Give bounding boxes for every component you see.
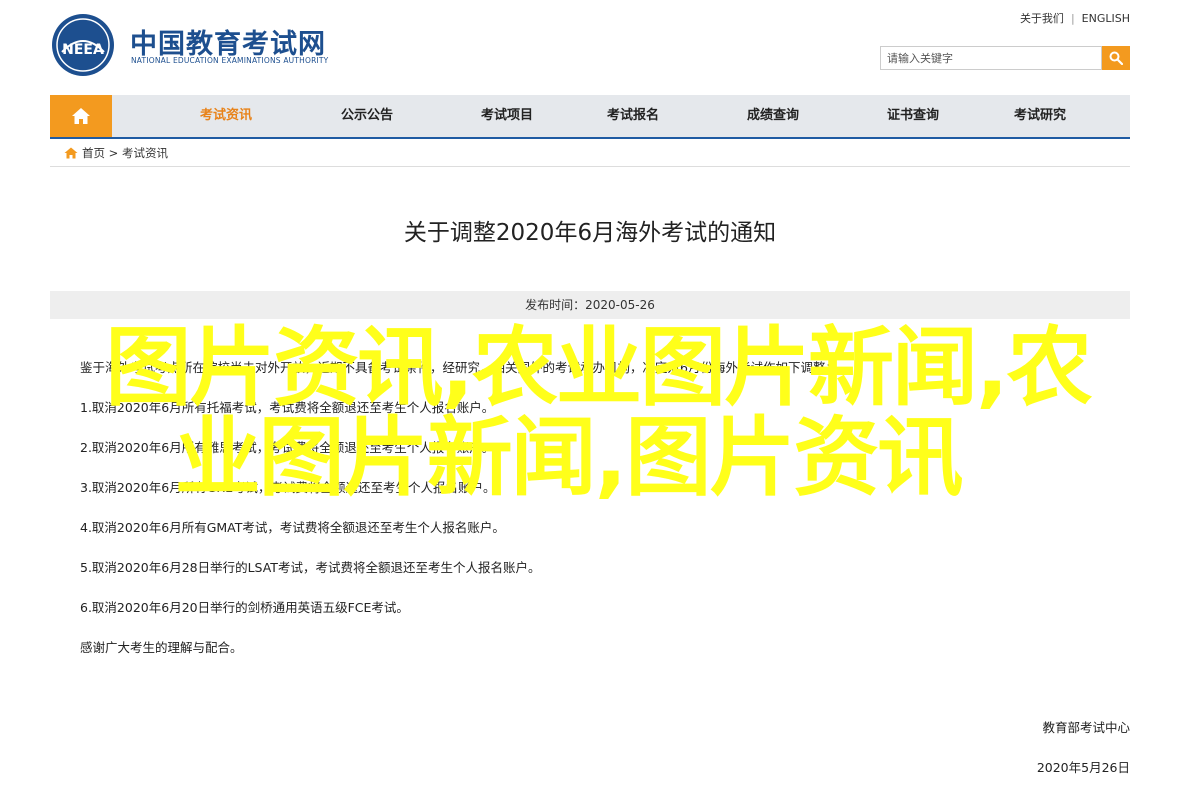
article-paragraph: 2.取消2020年6月所有雅思考试，考试费将全额退还至考生个人报名账户。: [80, 440, 495, 455]
publish-date: 发布时间：2020-05-26: [50, 291, 1130, 319]
article-title: 关于调整2020年6月海外考试的通知: [403, 220, 777, 246]
breadcrumb-home-link[interactable]: 首页: [82, 145, 105, 161]
site-header: NEEA 中国教育考试网 NATIONAL EDUCATION EXAMINAT…: [50, 0, 1130, 90]
top-links: 关于我们 | ENGLISH: [1020, 10, 1130, 26]
nav-item-exam-projects[interactable]: 考试项目: [481, 95, 533, 137]
article-paragraph: 3.取消2020年6月所有GRE考试，考试费将全额退还至考生个人报名账户。: [80, 480, 496, 495]
search-button[interactable]: [1102, 46, 1130, 70]
svg-text:NEEA: NEEA: [62, 42, 104, 58]
search-input[interactable]: [880, 46, 1102, 70]
search-box: [880, 46, 1130, 70]
article-paragraph: 6.取消2020年6月20日举行的剑桥通用英语五级FCE考试。: [80, 600, 409, 615]
nav-item-exam-news[interactable]: 考试资讯: [200, 95, 252, 137]
logo-subtitle: NATIONAL EDUCATION EXAMINATIONS AUTHORIT…: [131, 56, 329, 65]
home-icon: [72, 108, 90, 124]
nav-item-exam-research[interactable]: 考试研究: [1014, 95, 1066, 137]
neea-logo-icon[interactable]: NEEA: [50, 12, 116, 78]
nav-item-announcements[interactable]: 公示公告: [341, 95, 393, 137]
breadcrumb: 首页 > 考试资讯: [50, 140, 1130, 167]
link-separator: |: [1070, 12, 1075, 25]
nav-item-score-query[interactable]: 成绩查询: [747, 95, 799, 137]
article-signature: 教育部考试中心: [1042, 720, 1130, 735]
article-paragraph: 5.取消2020年6月28日举行的LSAT考试，考试费将全额退还至考生个人报名账…: [80, 560, 541, 575]
breadcrumb-current[interactable]: 考试资讯: [122, 145, 168, 161]
nav-item-registration[interactable]: 考试报名: [607, 95, 659, 137]
search-icon: [1109, 51, 1123, 65]
article-paragraph: 4.取消2020年6月所有GMAT考试，考试费将全额退还至考生个人报名账户。: [80, 520, 505, 535]
article-paragraph: 感谢广大考生的理解与配合。: [80, 640, 243, 655]
breadcrumb-separator: >: [108, 146, 119, 160]
nav-item-certificate-query[interactable]: 证书查询: [887, 95, 939, 137]
breadcrumb-home-icon: [64, 147, 78, 159]
main-nav: 考试资讯 公示公告 考试项目 考试报名 成绩查询 证书查询 考试研究: [50, 95, 1130, 139]
article-paragraph: 1.取消2020年6月所有托福考试，考试费将全额退还至考生个人报名账户。: [80, 400, 495, 415]
about-us-link[interactable]: 关于我们: [1020, 12, 1064, 25]
article-sign-date: 2020年5月26日: [1036, 760, 1130, 775]
article-paragraph: 鉴于海外考试考点所在院校尚未对外开放，近期不具备考试条件，经研究，相关国外的考试…: [80, 360, 838, 375]
nav-home-button[interactable]: [50, 95, 112, 137]
english-link[interactable]: ENGLISH: [1082, 12, 1130, 25]
